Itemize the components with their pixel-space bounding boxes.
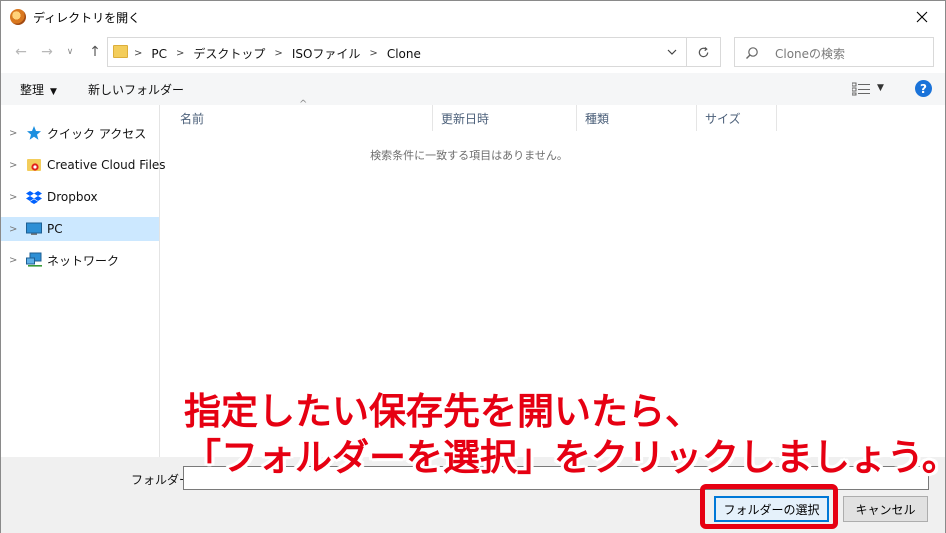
column-header-modified[interactable]: 更新日時	[433, 105, 577, 131]
navigation-pane: > クイック アクセス > Creative Cloud Files > Dro…	[1, 105, 166, 457]
view-caret-icon[interactable]: ▼	[877, 83, 884, 93]
nav-label: クイック アクセス	[47, 126, 147, 141]
view-options-icon[interactable]	[852, 82, 870, 96]
nav-item-dropbox[interactable]: > Dropbox	[1, 185, 159, 209]
caret-down-icon: ▼	[50, 87, 57, 97]
column-label: 種類	[585, 111, 610, 126]
organize-label: 整理	[20, 83, 45, 97]
arrow-up-icon: ↑	[89, 44, 101, 60]
chevron-right-icon: >	[134, 48, 143, 59]
chevron-right-icon[interactable]: >	[9, 255, 17, 266]
address-row: ← → ∨ ↑ > PC > デスクトップ > ISOファイル > Clone …	[1, 35, 945, 69]
breadcrumb-item[interactable]: ISOファイル	[292, 45, 361, 62]
title-bar: ディレクトリを開く	[1, 1, 945, 33]
app-icon	[10, 9, 26, 25]
column-header-size[interactable]: サイズ	[697, 105, 777, 131]
search-placeholder: Cloneの検索	[775, 47, 846, 61]
back-button[interactable]: ←	[12, 43, 30, 61]
column-header-name[interactable]: ^ 名前	[161, 99, 433, 131]
breadcrumb-item[interactable]: PC	[151, 47, 167, 61]
dropbox-icon	[26, 191, 42, 204]
annotation-line-2: 「フォルダーを選択」をクリックしましょう。	[184, 436, 946, 479]
chevron-right-icon: >	[274, 48, 283, 59]
organize-menu-button[interactable]: 整理 ▼	[20, 81, 57, 98]
column-label: 更新日時	[441, 111, 490, 126]
chevron-down-icon[interactable]	[666, 46, 678, 58]
forward-button[interactable]: →	[38, 43, 56, 61]
address-bar[interactable]: > PC > デスクトップ > ISOファイル > Clone	[107, 37, 687, 67]
search-box[interactable]: Cloneの検索	[734, 37, 934, 67]
highlight-box	[700, 484, 838, 529]
empty-list-message: 検索条件に一致する項目はありません。	[370, 149, 568, 162]
window-title: ディレクトリを開く	[33, 11, 141, 25]
arrow-left-icon: ←	[15, 44, 27, 60]
refresh-button[interactable]	[687, 37, 721, 67]
close-icon	[916, 11, 928, 23]
new-folder-button[interactable]: 新しいフォルダー	[88, 81, 184, 98]
star-icon	[27, 126, 41, 140]
chevron-right-icon[interactable]: >	[9, 192, 17, 203]
arrow-right-icon: →	[41, 44, 53, 60]
monitor-icon	[26, 222, 42, 235]
nav-item-pc[interactable]: > PC	[1, 217, 159, 241]
nav-item-network[interactable]: > ネットワーク	[1, 248, 159, 272]
nav-item-creative-cloud[interactable]: > Creative Cloud Files	[1, 153, 166, 177]
recent-locations-button[interactable]: ∨	[61, 43, 79, 61]
help-icon[interactable]: ?	[915, 80, 932, 97]
chevron-right-icon[interactable]: >	[9, 160, 17, 171]
search-icon	[746, 47, 758, 59]
cancel-button[interactable]: キャンセル	[843, 496, 928, 522]
nav-label: Creative Cloud Files	[47, 158, 166, 172]
refresh-icon	[698, 46, 709, 57]
nav-label: Dropbox	[47, 190, 98, 204]
creative-cloud-folder-icon	[27, 159, 41, 171]
breadcrumb: > PC > デスクトップ > ISOファイル > Clone	[134, 45, 421, 62]
nav-label: ネットワーク	[47, 253, 120, 268]
breadcrumb-item[interactable]: Clone	[387, 47, 421, 61]
chevron-right-icon[interactable]: >	[9, 224, 17, 235]
up-button[interactable]: ↑	[86, 43, 104, 61]
chevron-right-icon: >	[176, 48, 185, 59]
chevron-right-icon: >	[369, 48, 378, 59]
folder-icon	[113, 45, 128, 58]
breadcrumb-item[interactable]: デスクトップ	[193, 45, 265, 62]
column-label: 名前	[180, 111, 205, 126]
sort-ascending-icon: ^	[299, 99, 308, 110]
network-icon	[26, 252, 42, 267]
nav-label: PC	[47, 222, 63, 236]
nav-item-quick-access[interactable]: > クイック アクセス	[1, 121, 159, 145]
chevron-right-icon[interactable]: >	[9, 128, 17, 139]
command-bar: 整理 ▼ 新しいフォルダー ▼ ?	[1, 73, 945, 105]
column-label: サイズ	[705, 111, 741, 126]
close-button[interactable]	[899, 1, 945, 33]
column-header-type[interactable]: 種類	[577, 105, 697, 131]
chevron-down-icon: ∨	[66, 47, 74, 57]
